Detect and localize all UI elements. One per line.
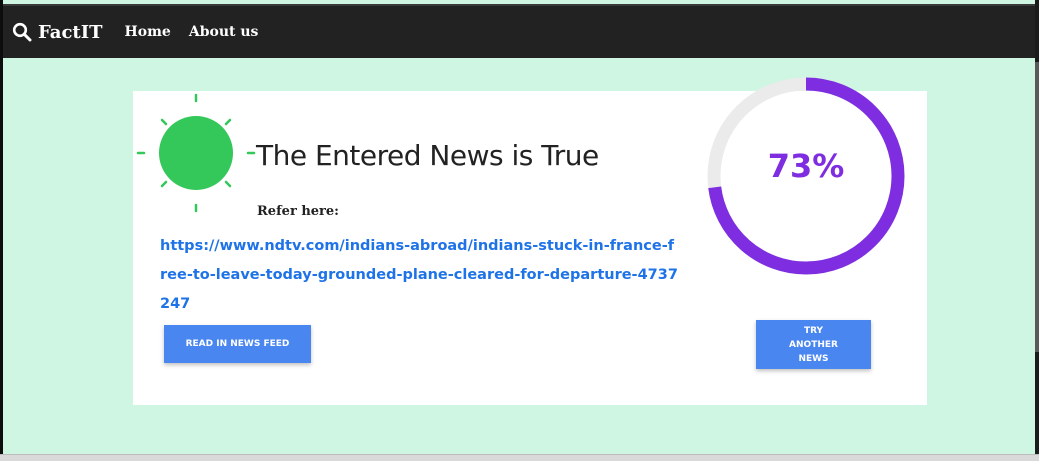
window-frame-left: [0, 0, 3, 461]
verdict-heading: The Entered News is True: [256, 139, 599, 172]
scrollbar-thumb[interactable]: [1035, 62, 1039, 352]
window-frame-bottom: [0, 454, 1039, 461]
result-card: The Entered News is True Refer here: htt…: [133, 77, 927, 405]
brand-name: FactIT: [38, 21, 103, 43]
try-another-news-button[interactable]: TRY ANOTHER NEWS: [756, 320, 871, 369]
nav-link-home[interactable]: Home: [125, 24, 171, 40]
refer-label: Refer here:: [257, 204, 339, 219]
read-in-news-feed-button[interactable]: READ IN NEWS FEED: [164, 325, 311, 363]
confidence-percent: 73%: [767, 147, 845, 185]
sun-icon: [136, 93, 256, 213]
top-navbar: FactIT Home About us: [0, 4, 1039, 58]
brand-logo[interactable]: FactIT: [12, 22, 103, 43]
source-link[interactable]: https://www.ndtv.com/indians-abroad/indi…: [160, 232, 680, 319]
search-icon: [12, 22, 32, 42]
nav-link-about[interactable]: About us: [189, 24, 259, 40]
